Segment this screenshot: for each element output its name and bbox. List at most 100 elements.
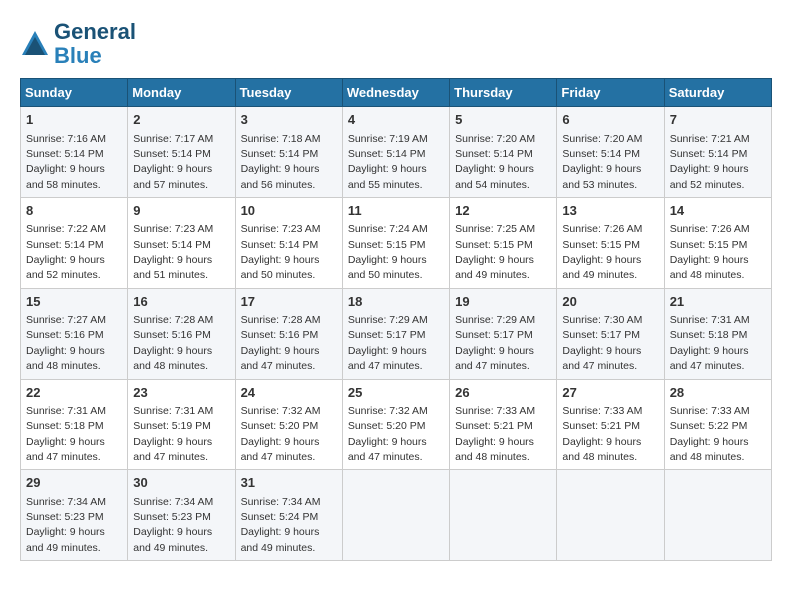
weekday-header-sunday: Sunday	[21, 79, 128, 107]
day-info: Sunrise: 7:29 AM Sunset: 5:17 PM Dayligh…	[455, 314, 535, 372]
day-number: 7	[670, 111, 766, 129]
calendar-cell: 12 Sunrise: 7:25 AM Sunset: 5:15 PM Dayli…	[450, 198, 557, 289]
day-info: Sunrise: 7:19 AM Sunset: 5:14 PM Dayligh…	[348, 133, 428, 191]
calendar-table: SundayMondayTuesdayWednesdayThursdayFrid…	[20, 78, 772, 561]
day-info: Sunrise: 7:34 AM Sunset: 5:24 PM Dayligh…	[241, 496, 321, 554]
calendar-cell: 23 Sunrise: 7:31 AM Sunset: 5:19 PM Dayli…	[128, 379, 235, 470]
calendar-cell: 30 Sunrise: 7:34 AM Sunset: 5:23 PM Dayli…	[128, 470, 235, 561]
day-info: Sunrise: 7:28 AM Sunset: 5:16 PM Dayligh…	[241, 314, 321, 372]
calendar-cell: 10 Sunrise: 7:23 AM Sunset: 5:14 PM Dayli…	[235, 198, 342, 289]
day-info: Sunrise: 7:34 AM Sunset: 5:23 PM Dayligh…	[133, 496, 213, 554]
calendar-week-row: 15Sunrise: 7:27 AM Sunset: 5:16 PM Dayli…	[21, 288, 772, 379]
day-number: 24	[241, 384, 337, 402]
calendar-cell: 29 Sunrise: 7:34 AM Sunset: 5:23 PM Dayli…	[21, 470, 128, 561]
calendar-cell: 15Sunrise: 7:27 AM Sunset: 5:16 PM Dayli…	[21, 288, 128, 379]
calendar-cell: 11 Sunrise: 7:24 AM Sunset: 5:15 PM Dayli…	[342, 198, 449, 289]
logo-text: GeneralBlue	[54, 20, 136, 68]
calendar-week-row: 8 Sunrise: 7:22 AM Sunset: 5:14 PM Daylig…	[21, 198, 772, 289]
day-number: 8	[26, 202, 122, 220]
day-info: Sunrise: 7:30 AM Sunset: 5:17 PM Dayligh…	[562, 314, 642, 372]
weekday-header-tuesday: Tuesday	[235, 79, 342, 107]
calendar-cell: 21Sunrise: 7:31 AM Sunset: 5:18 PM Dayli…	[664, 288, 771, 379]
day-number: 21	[670, 293, 766, 311]
calendar-cell: 8 Sunrise: 7:22 AM Sunset: 5:14 PM Daylig…	[21, 198, 128, 289]
day-info: Sunrise: 7:28 AM Sunset: 5:16 PM Dayligh…	[133, 314, 213, 372]
calendar-cell: 22Sunrise: 7:31 AM Sunset: 5:18 PM Dayli…	[21, 379, 128, 470]
day-number: 10	[241, 202, 337, 220]
day-number: 9	[133, 202, 229, 220]
day-number: 29	[26, 474, 122, 492]
page-header: GeneralBlue	[20, 20, 772, 68]
calendar-week-row: 1 Sunrise: 7:16 AM Sunset: 5:14 PM Daylig…	[21, 107, 772, 198]
day-info: Sunrise: 7:22 AM Sunset: 5:14 PM Dayligh…	[26, 223, 106, 281]
calendar-week-row: 22Sunrise: 7:31 AM Sunset: 5:18 PM Dayli…	[21, 379, 772, 470]
day-info: Sunrise: 7:25 AM Sunset: 5:15 PM Dayligh…	[455, 223, 535, 281]
calendar-cell	[342, 470, 449, 561]
calendar-cell	[557, 470, 664, 561]
calendar-cell: 27 Sunrise: 7:33 AM Sunset: 5:21 PM Dayli…	[557, 379, 664, 470]
day-info: Sunrise: 7:33 AM Sunset: 5:22 PM Dayligh…	[670, 405, 750, 463]
calendar-cell: 25 Sunrise: 7:32 AM Sunset: 5:20 PM Dayli…	[342, 379, 449, 470]
day-number: 11	[348, 202, 444, 220]
calendar-cell: 6Sunrise: 7:20 AM Sunset: 5:14 PM Daylig…	[557, 107, 664, 198]
day-info: Sunrise: 7:21 AM Sunset: 5:14 PM Dayligh…	[670, 133, 750, 191]
day-info: Sunrise: 7:31 AM Sunset: 5:19 PM Dayligh…	[133, 405, 213, 463]
calendar-cell: 7 Sunrise: 7:21 AM Sunset: 5:14 PM Daylig…	[664, 107, 771, 198]
day-info: Sunrise: 7:24 AM Sunset: 5:15 PM Dayligh…	[348, 223, 428, 281]
calendar-cell: 9 Sunrise: 7:23 AM Sunset: 5:14 PM Daylig…	[128, 198, 235, 289]
calendar-cell: 20 Sunrise: 7:30 AM Sunset: 5:17 PM Dayli…	[557, 288, 664, 379]
day-number: 4	[348, 111, 444, 129]
day-info: Sunrise: 7:32 AM Sunset: 5:20 PM Dayligh…	[241, 405, 321, 463]
day-number: 26	[455, 384, 551, 402]
day-info: Sunrise: 7:18 AM Sunset: 5:14 PM Dayligh…	[241, 133, 321, 191]
day-info: Sunrise: 7:33 AM Sunset: 5:21 PM Dayligh…	[455, 405, 535, 463]
calendar-cell: 4 Sunrise: 7:19 AM Sunset: 5:14 PM Daylig…	[342, 107, 449, 198]
calendar-cell: 3 Sunrise: 7:18 AM Sunset: 5:14 PM Daylig…	[235, 107, 342, 198]
day-number: 2	[133, 111, 229, 129]
day-number: 12	[455, 202, 551, 220]
day-info: Sunrise: 7:26 AM Sunset: 5:15 PM Dayligh…	[670, 223, 750, 281]
day-number: 16	[133, 293, 229, 311]
day-number: 31	[241, 474, 337, 492]
day-number: 18	[348, 293, 444, 311]
day-info: Sunrise: 7:33 AM Sunset: 5:21 PM Dayligh…	[562, 405, 642, 463]
calendar-cell: 18 Sunrise: 7:29 AM Sunset: 5:17 PM Dayli…	[342, 288, 449, 379]
day-number: 20	[562, 293, 658, 311]
weekday-header-monday: Monday	[128, 79, 235, 107]
calendar-week-row: 29 Sunrise: 7:34 AM Sunset: 5:23 PM Dayli…	[21, 470, 772, 561]
day-number: 23	[133, 384, 229, 402]
day-info: Sunrise: 7:17 AM Sunset: 5:14 PM Dayligh…	[133, 133, 213, 191]
calendar-cell: 31 Sunrise: 7:34 AM Sunset: 5:24 PM Dayli…	[235, 470, 342, 561]
weekday-header-friday: Friday	[557, 79, 664, 107]
day-info: Sunrise: 7:23 AM Sunset: 5:14 PM Dayligh…	[241, 223, 321, 281]
calendar-cell	[450, 470, 557, 561]
day-info: Sunrise: 7:16 AM Sunset: 5:14 PM Dayligh…	[26, 133, 106, 191]
day-number: 27	[562, 384, 658, 402]
logo: GeneralBlue	[20, 20, 136, 68]
day-number: 17	[241, 293, 337, 311]
day-number: 3	[241, 111, 337, 129]
day-info: Sunrise: 7:20 AM Sunset: 5:14 PM Dayligh…	[562, 133, 642, 191]
weekday-header-thursday: Thursday	[450, 79, 557, 107]
day-number: 19	[455, 293, 551, 311]
day-info: Sunrise: 7:26 AM Sunset: 5:15 PM Dayligh…	[562, 223, 642, 281]
day-info: Sunrise: 7:29 AM Sunset: 5:17 PM Dayligh…	[348, 314, 428, 372]
day-number: 22	[26, 384, 122, 402]
day-number: 13	[562, 202, 658, 220]
day-info: Sunrise: 7:34 AM Sunset: 5:23 PM Dayligh…	[26, 496, 106, 554]
day-number: 1	[26, 111, 122, 129]
calendar-cell: 24 Sunrise: 7:32 AM Sunset: 5:20 PM Dayli…	[235, 379, 342, 470]
weekday-header-wednesday: Wednesday	[342, 79, 449, 107]
day-info: Sunrise: 7:32 AM Sunset: 5:20 PM Dayligh…	[348, 405, 428, 463]
day-number: 30	[133, 474, 229, 492]
weekday-header-saturday: Saturday	[664, 79, 771, 107]
day-info: Sunrise: 7:23 AM Sunset: 5:14 PM Dayligh…	[133, 223, 213, 281]
logo-icon	[20, 29, 50, 59]
calendar-cell: 17 Sunrise: 7:28 AM Sunset: 5:16 PM Dayli…	[235, 288, 342, 379]
day-number: 25	[348, 384, 444, 402]
calendar-cell: 1 Sunrise: 7:16 AM Sunset: 5:14 PM Daylig…	[21, 107, 128, 198]
calendar-cell	[664, 470, 771, 561]
calendar-cell: 16 Sunrise: 7:28 AM Sunset: 5:16 PM Dayli…	[128, 288, 235, 379]
day-info: Sunrise: 7:27 AM Sunset: 5:16 PM Dayligh…	[26, 314, 106, 372]
calendar-cell: 13 Sunrise: 7:26 AM Sunset: 5:15 PM Dayli…	[557, 198, 664, 289]
